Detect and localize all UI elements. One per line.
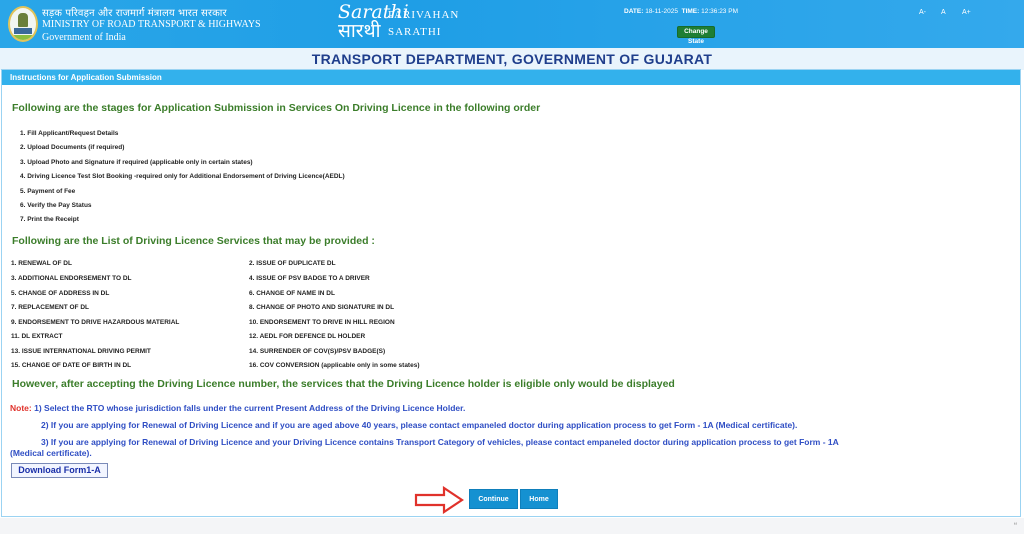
note-label: Note:: [10, 403, 32, 413]
note-text-1: 1) Select the RTO whose jurisdiction fal…: [34, 403, 466, 413]
service-item: 13. ISSUE INTERNATIONAL DRIVING PERMIT: [11, 348, 151, 355]
note-line-1: Note: 1) Select the RTO whose jurisdicti…: [10, 403, 465, 413]
stages-list: 1. Fill Applicant/Request Details 2. Upl…: [20, 129, 345, 230]
note-line-3-cont: (Medical certificate).: [10, 448, 92, 458]
service-item: 15. CHANGE OF DATE OF BIRTH IN DL: [11, 362, 132, 369]
sarathi-logo-glyph-hindi-icon: सारथी: [338, 20, 381, 42]
service-item: 4. ISSUE OF PSV BADGE TO A DRIVER: [249, 275, 370, 282]
government-label: Government of India: [42, 32, 126, 43]
national-emblem-icon: [8, 6, 38, 42]
date-label: DATE:: [624, 8, 644, 15]
stage-item: 3. Upload Photo and Signature if require…: [20, 158, 253, 166]
service-item: 9. ENDORSEMENT TO DRIVE HAZARDOUS MATERI…: [11, 319, 180, 326]
instructions-panel: Instructions for Application Submission …: [1, 69, 1021, 517]
stage-item: 2. Upload Documents (if required): [20, 144, 125, 152]
ministry-name-english: MINISTRY OF ROAD TRANSPORT & HIGHWAYS: [42, 19, 261, 30]
date-value: 18-11-2025: [645, 8, 678, 15]
scroll-corner-icon: “: [1014, 521, 1017, 531]
eligibility-notice: However, after accepting the Driving Lic…: [12, 378, 675, 390]
stage-item: 7. Print the Receipt: [20, 216, 79, 224]
stage-item: 6. Verify the Pay Status: [20, 201, 92, 209]
service-item: 16. COV CONVERSION (applicable only in s…: [249, 362, 420, 369]
ministry-name-hindi: सड़क परिवहन और राजमार्ग मंत्रालय भारत सर…: [42, 8, 227, 19]
change-state-button[interactable]: Change State: [677, 26, 715, 45]
service-item: 5. CHANGE OF ADDRESS IN DL: [11, 290, 110, 297]
stage-item: 1. Fill Applicant/Request Details: [20, 130, 119, 137]
panel-title: Instructions for Application Submission: [2, 70, 1020, 85]
service-item: 8. CHANGE OF PHOTO AND SIGNATURE IN DL: [249, 304, 395, 311]
services-heading: Following are the List of Driving Licenc…: [12, 235, 375, 247]
service-item: 3. ADDITIONAL ENDORSEMENT TO DL: [11, 275, 132, 282]
stage-item: 5. Payment of Fee: [20, 187, 76, 195]
font-normal-button[interactable]: A: [941, 9, 946, 16]
note-line-3: 3) If you are applying for Renewal of Dr…: [41, 437, 839, 447]
service-item: 7. REPLACEMENT OF DL: [11, 304, 90, 311]
sarathi-logo[interactable]: Sarathi सारथी PARIVAHAN SARATHI: [338, 3, 488, 45]
header-bar: सड़क परिवहन और राजमार्ग मंत्रालय भारत सर…: [0, 0, 1024, 48]
date-time-display: DATE: 18-11-2025 TIME: 12:36:23 PM: [624, 8, 738, 15]
logo-text-parivahan: PARIVAHAN: [388, 9, 460, 21]
service-item: 12. AEDL FOR DEFENCE DL HOLDER: [249, 333, 366, 340]
home-button[interactable]: Home: [520, 489, 558, 509]
right-arrow-icon: [414, 486, 464, 514]
note-line-2: 2) If you are applying for Renewal of Dr…: [41, 420, 798, 430]
download-form1a-button[interactable]: Download Form1-A: [11, 463, 108, 478]
page-footer-strip: [0, 518, 1024, 534]
service-item: 14. SURRENDER OF COV(S)/PSV BADGE(S): [249, 348, 386, 355]
department-title: TRANSPORT DEPARTMENT, GOVERNMENT OF GUJA…: [0, 48, 1024, 70]
time-value: 12:36:23 PM: [701, 8, 738, 15]
logo-text-sarathi: SARATHI: [388, 26, 442, 38]
service-item: 10. ENDORSEMENT TO DRIVE IN HILL REGION: [249, 319, 395, 326]
stage-item: 4. Driving Licence Test Slot Booking -re…: [20, 173, 345, 181]
time-label: TIME:: [681, 8, 700, 15]
service-item: 11. DL EXTRACT: [11, 333, 63, 340]
stages-heading: Following are the stages for Application…: [12, 102, 541, 114]
font-decrease-button[interactable]: A-: [919, 9, 926, 16]
service-item: 6. CHANGE OF NAME IN DL: [249, 290, 335, 297]
service-item: 1. RENEWAL OF DL: [11, 260, 72, 267]
service-item: 2. ISSUE OF DUPLICATE DL: [249, 260, 336, 267]
font-increase-button[interactable]: A+: [962, 9, 971, 16]
continue-button[interactable]: Continue: [469, 489, 518, 509]
